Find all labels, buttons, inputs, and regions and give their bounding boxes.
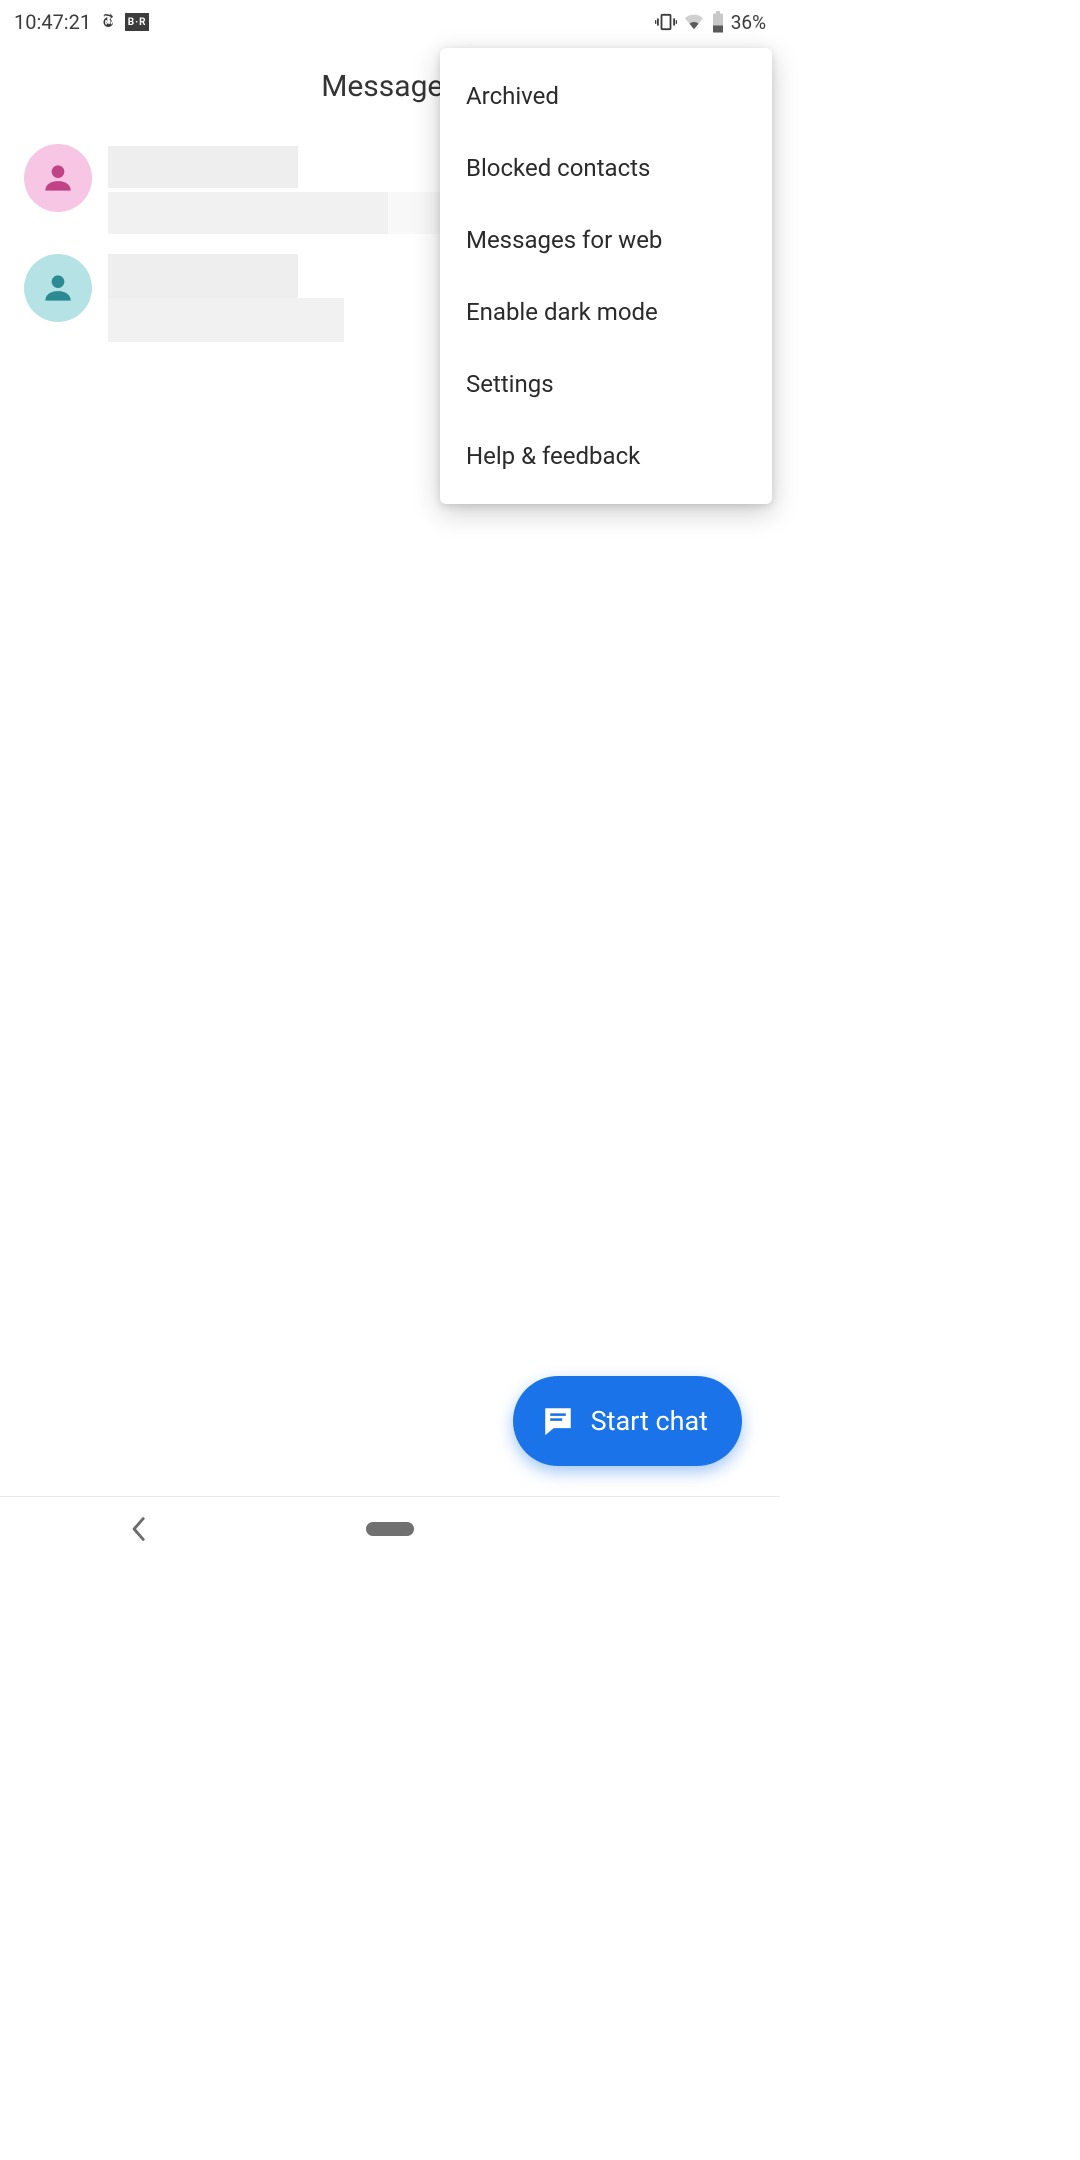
- battery-percent: 36%: [731, 11, 766, 34]
- menu-item-blocked-contacts[interactable]: Blocked contacts: [440, 132, 772, 204]
- back-button[interactable]: [130, 1516, 146, 1542]
- navigation-bar: [0, 1496, 780, 1560]
- nyt-icon: [101, 13, 119, 31]
- br-icon: B·R: [125, 13, 149, 31]
- status-bar: 10:47:21 B·R: [0, 0, 780, 44]
- menu-item-messages-for-web[interactable]: Messages for web: [440, 204, 772, 276]
- fab-label: Start chat: [591, 1405, 708, 1437]
- status-left: 10:47:21 B·R: [14, 10, 149, 34]
- person-icon: [39, 159, 77, 197]
- status-time: 10:47:21: [14, 10, 91, 34]
- wifi-icon: [683, 13, 705, 31]
- battery-icon: [711, 11, 725, 33]
- menu-item-help-feedback[interactable]: Help & feedback: [440, 420, 772, 492]
- overflow-menu: Archived Blocked contacts Messages for w…: [440, 48, 772, 504]
- vibrate-icon: [655, 13, 677, 31]
- home-pill[interactable]: [366, 1522, 414, 1536]
- person-icon: [39, 269, 77, 307]
- start-chat-button[interactable]: Start chat: [513, 1376, 742, 1466]
- menu-item-enable-dark-mode[interactable]: Enable dark mode: [440, 276, 772, 348]
- chat-icon: [541, 1404, 575, 1438]
- menu-item-archived[interactable]: Archived: [440, 60, 772, 132]
- menu-item-settings[interactable]: Settings: [440, 348, 772, 420]
- notification-icons: B·R: [101, 13, 149, 31]
- page-title: Messages: [321, 69, 459, 104]
- avatar[interactable]: [24, 144, 92, 212]
- avatar[interactable]: [24, 254, 92, 322]
- status-right: 36%: [655, 11, 766, 34]
